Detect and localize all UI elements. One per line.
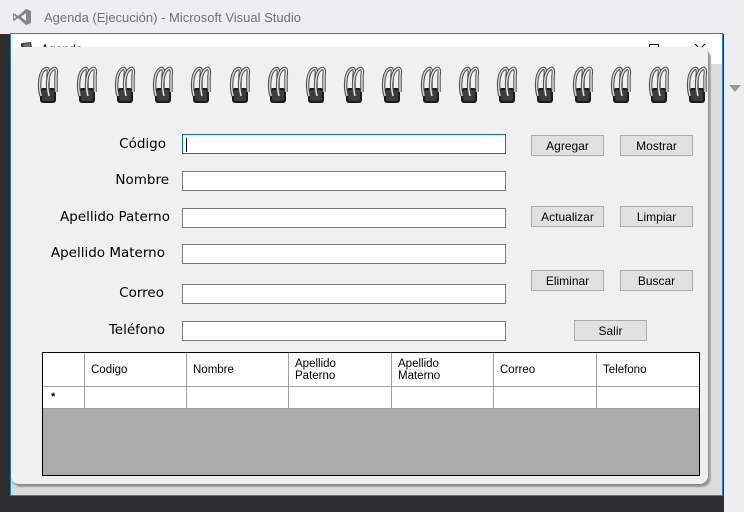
eliminar-button[interactable]: Eliminar <box>531 270 604 291</box>
spiral-ring-icon <box>305 66 327 103</box>
label-apellido-materno: Apellido Materno <box>50 245 165 261</box>
column-header-label: Nombre <box>193 364 234 376</box>
grid-column-header[interactable]: Apellido Materno <box>392 353 494 387</box>
grid-cell[interactable] <box>392 387 494 408</box>
vs-dropdown-arrow-icon[interactable] <box>729 85 741 92</box>
spiral-ring-icon <box>496 66 518 103</box>
nombre-input[interactable] <box>182 171 506 191</box>
label-apellido-paterno: Apellido Paterno <box>59 209 170 225</box>
spiral-ring-icon <box>76 66 98 103</box>
new-row-marker: * <box>51 391 56 403</box>
salir-button[interactable]: Salir <box>574 320 647 341</box>
spiral-ring-icon <box>37 66 59 103</box>
label-nombre: Nombre <box>115 172 169 188</box>
grid-column-header[interactable]: Telefono <box>597 353 699 387</box>
label-correo: Correo <box>119 285 164 301</box>
grid-cell[interactable] <box>85 387 187 408</box>
label-telefono: Teléfono <box>108 322 165 338</box>
column-header-label: Codigo <box>91 364 128 376</box>
grid-cell[interactable] <box>597 387 699 408</box>
spiral-ring-icon <box>267 66 289 103</box>
spiral-ring-icon <box>458 66 480 103</box>
spiral-ring-icon <box>152 66 174 103</box>
visual-studio-icon <box>13 9 31 25</box>
spiral-ring-icon <box>190 66 212 103</box>
contacts-grid[interactable]: Codigo Nombre Apellido Paterno Apellido … <box>42 352 700 476</box>
label-codigo: Código <box>119 136 166 152</box>
vs-side-strip <box>724 34 744 512</box>
spiral-ring-icon <box>114 66 136 103</box>
column-header-label: Apellido Materno <box>398 358 441 382</box>
spiral-ring-icon <box>686 66 708 103</box>
grid-corner-cell[interactable] <box>43 353 85 387</box>
spiral-ring-icon <box>420 66 442 103</box>
apellido-materno-input[interactable] <box>182 244 506 264</box>
telefono-input[interactable] <box>182 321 506 341</box>
grid-column-header[interactable]: Nombre <box>187 353 289 387</box>
spiral-ring-icon <box>343 66 365 103</box>
correo-input[interactable] <box>182 284 506 304</box>
buscar-button[interactable]: Buscar <box>620 270 693 291</box>
spiral-ring-icon <box>572 66 594 103</box>
grid-new-row[interactable]: * <box>43 387 699 409</box>
limpiar-button[interactable]: Limpiar <box>620 206 693 227</box>
row-header-cell[interactable]: * <box>43 387 85 408</box>
grid-cell[interactable] <box>289 387 392 408</box>
codigo-input[interactable] <box>182 134 506 154</box>
grid-column-header[interactable]: Correo <box>494 353 597 387</box>
vs-titlebar: Agenda (Ejecución) - Microsoft Visual St… <box>0 0 744 34</box>
text-caret <box>186 138 187 152</box>
column-header-label: Apellido Paterno <box>295 358 336 382</box>
spiral-ring-icon <box>229 66 251 103</box>
spiral-ring-icon <box>610 66 632 103</box>
column-header-label: Telefono <box>603 364 647 376</box>
spiral-ring-icon <box>648 66 670 103</box>
spiral-ring-icon <box>381 66 403 103</box>
vs-window-title: Agenda (Ejecución) - Microsoft Visual St… <box>44 10 301 25</box>
grid-cell[interactable] <box>187 387 289 408</box>
mostrar-button[interactable]: Mostrar <box>620 135 693 156</box>
actualizar-button[interactable]: Actualizar <box>531 206 604 227</box>
column-header-label: Correo <box>500 364 536 376</box>
agregar-button[interactable]: Agregar <box>531 135 604 156</box>
grid-column-header[interactable]: Apellido Paterno <box>289 353 392 387</box>
grid-column-header[interactable]: Codigo <box>85 353 187 387</box>
grid-header: Codigo Nombre Apellido Paterno Apellido … <box>43 353 699 387</box>
grid-cell[interactable] <box>494 387 597 408</box>
apellido-paterno-input[interactable] <box>182 208 506 228</box>
spiral-ring-icon <box>534 66 556 103</box>
